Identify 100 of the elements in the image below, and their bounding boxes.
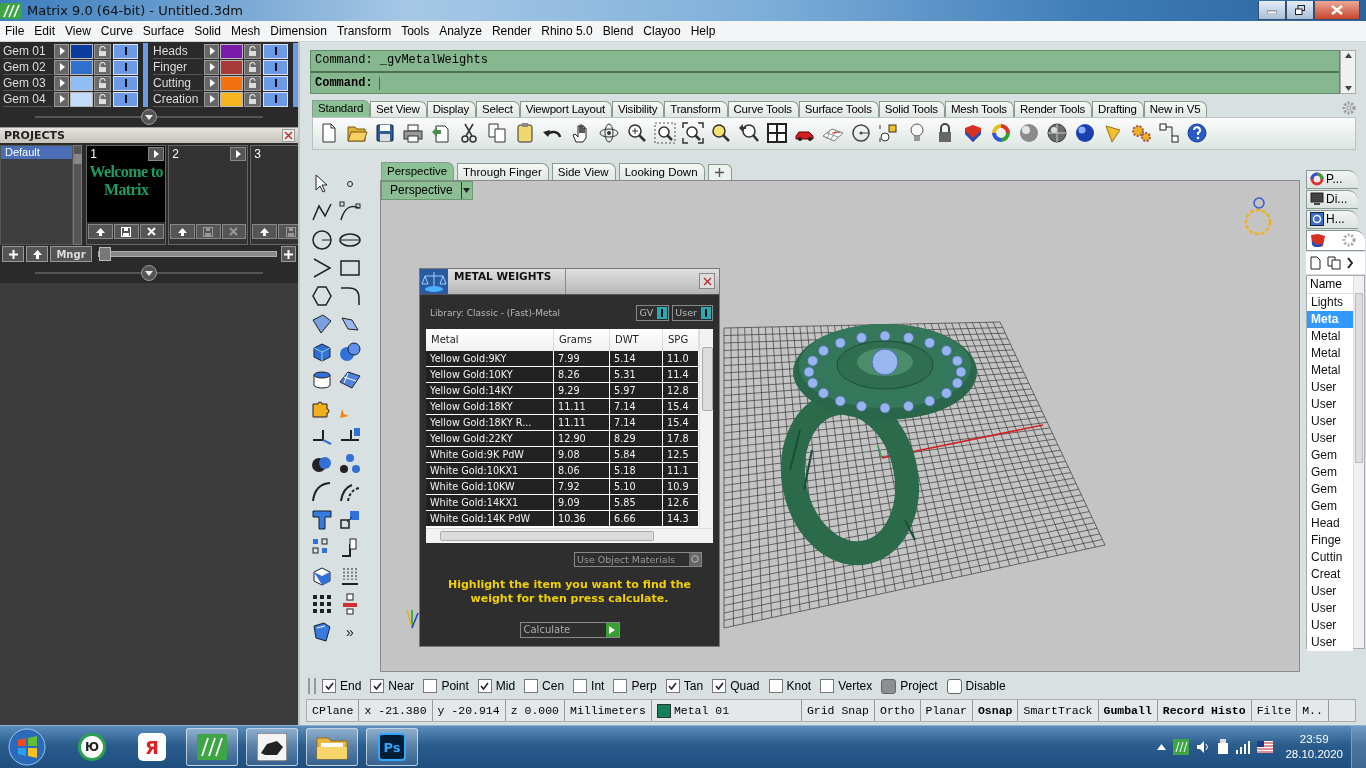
viewport-tab[interactable]: Perspective bbox=[381, 161, 455, 180]
checkbox-label: Cen bbox=[542, 679, 565, 694]
panel-tab[interactable]: Di... bbox=[1306, 189, 1358, 209]
menu-item[interactable]: Help bbox=[685, 24, 721, 39]
menu-item[interactable]: Edit bbox=[29, 24, 61, 39]
menu-item[interactable]: Mesh bbox=[225, 24, 266, 39]
instruction-text: Highlight the item you want to find the weight for then press calculate. bbox=[447, 577, 692, 606]
menu-item[interactable]: Transform bbox=[331, 24, 397, 39]
layer-name: Heads bbox=[153, 43, 203, 59]
checkbox-label: Near bbox=[388, 679, 415, 694]
list-item[interactable]: Default bbox=[1, 146, 73, 159]
dialog-title: METAL WEIGHTS bbox=[448, 268, 566, 294]
panel-title: PROJECTS bbox=[4, 129, 65, 142]
clock[interactable]: 23:59 28.10.2020 bbox=[1285, 732, 1343, 762]
toolbar-tab[interactable]: Display bbox=[426, 101, 476, 117]
status-field: Millimeters bbox=[565, 700, 652, 721]
column-header[interactable]: Grams bbox=[554, 328, 610, 351]
toolbar-tab[interactable]: Curve Tools bbox=[727, 101, 799, 117]
menu-item[interactable]: Solid bbox=[189, 24, 226, 39]
toolbar-tab[interactable]: Viewport Layout bbox=[519, 101, 612, 117]
toolbar-tab[interactable]: Surface Tools bbox=[798, 101, 879, 117]
status-pane[interactable]: Record Histo bbox=[1157, 700, 1252, 721]
viewport-tab[interactable]: Through Finger bbox=[457, 162, 549, 180]
toolbar-tab[interactable]: Visibility bbox=[612, 101, 665, 117]
command-prompt: Command: bbox=[315, 76, 373, 90]
menu-item[interactable]: View bbox=[60, 24, 96, 39]
checkbox-label: Point bbox=[441, 679, 469, 694]
status-field: z 0.000 bbox=[505, 700, 565, 721]
status-field: x -21.380 bbox=[359, 700, 433, 721]
app-logo: Ps bbox=[378, 733, 406, 761]
column-header[interactable]: DWT bbox=[610, 328, 663, 351]
menu-item[interactable]: Curve bbox=[95, 24, 138, 39]
checkbox-label: Tan bbox=[683, 679, 704, 694]
layer-name: Gem 04 bbox=[3, 91, 53, 107]
status-pane[interactable]: M.. bbox=[1297, 700, 1329, 721]
taskbar-button[interactable]: Ю bbox=[66, 728, 118, 766]
calculate-button[interactable]: Calculate bbox=[519, 621, 620, 638]
view-menu-button[interactable]: Perspective bbox=[381, 180, 473, 200]
window-title: Matrix 9.0 (64-bit) - Untitled.3dm bbox=[27, 3, 243, 19]
menu-item[interactable]: Surface bbox=[137, 24, 190, 39]
menu-item[interactable]: Analyze bbox=[434, 24, 487, 39]
more-button[interactable]: » bbox=[338, 619, 362, 644]
status-pane[interactable]: Filte bbox=[1251, 700, 1298, 721]
checkbox-label: Quad bbox=[730, 679, 760, 694]
menu-item[interactable]: Dimension bbox=[265, 24, 332, 39]
taskbar-button[interactable]: Я bbox=[126, 728, 178, 766]
layer-name: Gem 02 bbox=[3, 59, 53, 75]
toolbar-tab[interactable]: Set View bbox=[370, 101, 427, 117]
clock-date: 28.10.2020 bbox=[1285, 747, 1343, 762]
menu-item[interactable]: Rhino 5.0 bbox=[536, 24, 598, 39]
manager-button[interactable]: Mngr bbox=[50, 246, 92, 262]
toggle-button[interactable]: GV bbox=[636, 304, 670, 321]
toggle-button[interactable]: User bbox=[672, 304, 713, 321]
toolbar-tab[interactable]: Standard bbox=[312, 100, 371, 117]
checkbox-label: Knot bbox=[786, 679, 812, 694]
panel-tab[interactable]: P... bbox=[1306, 169, 1358, 189]
toolbar-tab[interactable]: Select bbox=[475, 101, 520, 117]
status-pane[interactable]: Osnap bbox=[972, 700, 1019, 721]
column-header[interactable]: SPG bbox=[663, 328, 699, 351]
status-pane[interactable]: Gumball bbox=[1098, 700, 1158, 721]
app-logo: Я bbox=[138, 733, 166, 761]
menu-item[interactable]: Blend bbox=[597, 24, 639, 39]
app-logo: Ю bbox=[78, 733, 106, 761]
menu-item[interactable]: Render bbox=[486, 24, 537, 39]
checkbox-label: Mid bbox=[495, 679, 516, 694]
layer-name[interactable]: Metal 01 bbox=[673, 700, 730, 721]
status-field: y -20.914 bbox=[432, 700, 506, 721]
layer-name: Cutting bbox=[153, 75, 203, 91]
checkbox-label: End bbox=[340, 679, 362, 694]
slot-number: 1 bbox=[90, 147, 97, 161]
toolbar-tab[interactable]: New in V5 bbox=[1143, 101, 1208, 117]
toolbar-tab[interactable]: Render Tools bbox=[1013, 101, 1093, 117]
slot-number: 2 bbox=[172, 147, 179, 161]
panel-tab[interactable]: H... bbox=[1306, 209, 1358, 229]
menu-item[interactable]: Clayoo bbox=[638, 24, 686, 39]
clock-time: 23:59 bbox=[1299, 732, 1329, 747]
toolbar-tab[interactable]: Drafting bbox=[1092, 101, 1144, 117]
toolbar-tab[interactable]: Transform bbox=[664, 101, 728, 117]
status-pane[interactable]: SmartTrack bbox=[1018, 700, 1099, 721]
layer-name: Gem 01 bbox=[3, 43, 53, 59]
command-line[interactable]: Command: bbox=[311, 73, 1339, 93]
viewport-tab[interactable]: Side View bbox=[551, 162, 616, 180]
toolbar-tab[interactable]: Solid Tools bbox=[878, 101, 945, 117]
toolbar-tab[interactable]: Mesh Tools bbox=[944, 101, 1014, 117]
taskbar-button[interactable]: Ps bbox=[366, 728, 418, 766]
status-pane[interactable]: Ortho bbox=[875, 700, 921, 721]
preview-text: Welcome to Matrix bbox=[88, 163, 164, 199]
menu-item[interactable]: File bbox=[0, 24, 30, 39]
layer-name: Gem 03 bbox=[3, 75, 53, 91]
checkbox-label: Disable bbox=[965, 679, 1006, 694]
library-label: Library: Classic - (Fast)-Metal bbox=[430, 307, 561, 318]
checkbox-label: Perp bbox=[631, 679, 657, 694]
option-toggle[interactable]: Use Object Materials bbox=[574, 551, 702, 567]
layer-name: Finger bbox=[153, 59, 203, 75]
layer-name: Creation bbox=[153, 91, 203, 107]
viewport-tab[interactable]: Looking Down bbox=[618, 162, 705, 180]
menu-item[interactable]: Tools bbox=[396, 24, 435, 39]
column-header[interactable]: Metal bbox=[426, 328, 554, 351]
status-pane[interactable]: Grid Snap bbox=[801, 700, 876, 721]
status-pane[interactable]: Planar bbox=[920, 700, 973, 721]
